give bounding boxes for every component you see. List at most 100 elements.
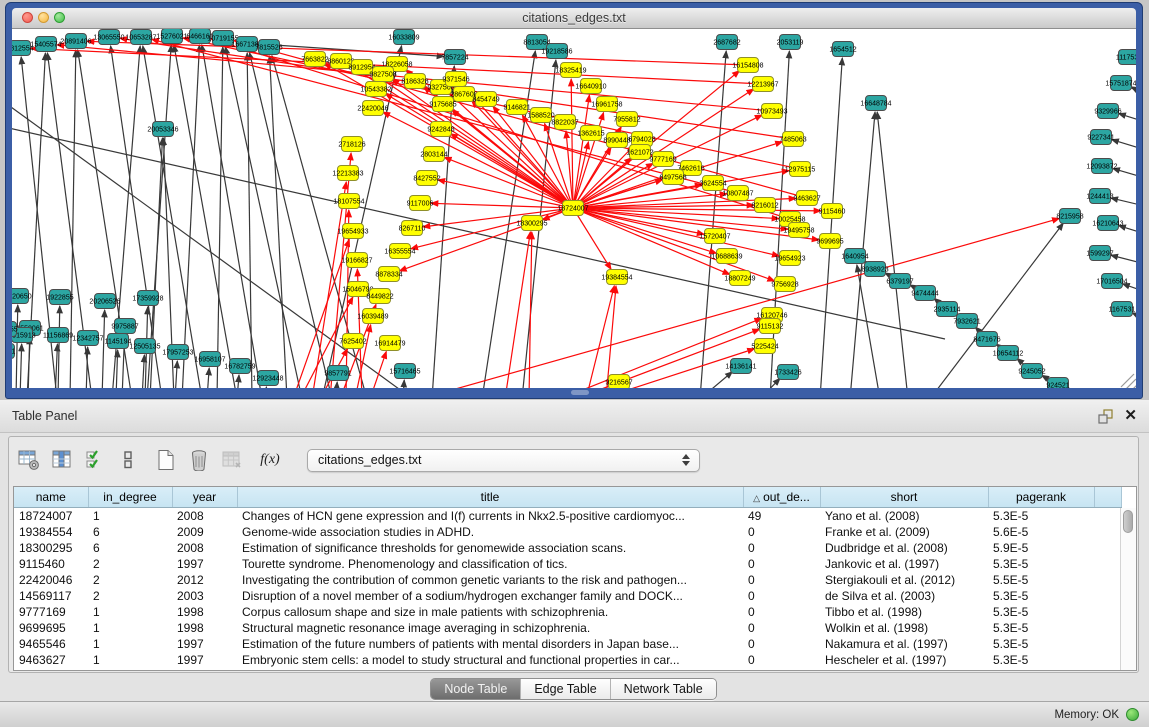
graph-node[interactable]: 8471676 bbox=[973, 332, 1000, 347]
graph-edge[interactable] bbox=[20, 344, 22, 388]
table-cell[interactable]: 6 bbox=[88, 540, 172, 556]
graph-edge[interactable] bbox=[336, 382, 337, 388]
graph-edge[interactable] bbox=[1111, 198, 1136, 207]
graph-node[interactable]: 1733426 bbox=[774, 365, 801, 380]
table-scrollbar[interactable] bbox=[1120, 508, 1136, 670]
table-cell[interactable]: 1997 bbox=[172, 556, 237, 572]
graph-node[interactable]: 16648784 bbox=[860, 96, 891, 111]
graph-node[interactable]: 15716465 bbox=[389, 364, 420, 379]
graph-node[interactable]: 17957253 bbox=[162, 345, 193, 360]
table-cell[interactable]: 9699695 bbox=[14, 620, 88, 636]
graph-node[interactable]: 1640954 bbox=[841, 249, 868, 264]
table-cell[interactable]: 2 bbox=[88, 572, 172, 588]
graph-node[interactable]: 8427552 bbox=[413, 171, 440, 186]
graph-node[interactable]: 10653287 bbox=[125, 30, 156, 45]
table-cell[interactable]: 1998 bbox=[172, 604, 237, 620]
graph-node[interactable]: 15720407 bbox=[699, 229, 730, 244]
table-cell[interactable]: 49 bbox=[743, 508, 820, 525]
graph-edge[interactable] bbox=[225, 47, 302, 388]
table-cell[interactable]: Stergiakouli et al. (2012) bbox=[820, 572, 988, 588]
table-cell[interactable]: 5.5E-5 bbox=[988, 572, 1094, 588]
graph-node[interactable]: 7625402 bbox=[339, 334, 366, 349]
graph-node[interactable]: 9329966 bbox=[1094, 104, 1121, 119]
table-cell[interactable]: Wolkin et al. (1998) bbox=[820, 620, 988, 636]
column-header-title[interactable]: title bbox=[237, 487, 743, 508]
tab-network-table[interactable]: Network Table bbox=[610, 679, 716, 699]
graph-node[interactable]: 15751874 bbox=[1105, 76, 1136, 91]
graph-node[interactable]: 7485063 bbox=[779, 132, 806, 147]
table-row[interactable]: 911546021997Tourette syndrome. Phenomeno… bbox=[14, 556, 1121, 572]
graph-edge[interactable] bbox=[1112, 140, 1136, 151]
table-cell[interactable]: 5.3E-5 bbox=[988, 508, 1094, 525]
graph-node[interactable]: 950511 bbox=[12, 344, 16, 359]
graph-edge[interactable] bbox=[432, 66, 454, 388]
graph-node[interactable]: 9115132 bbox=[757, 319, 784, 334]
graph-edge[interactable] bbox=[217, 47, 223, 388]
table-cell[interactable]: 1 bbox=[88, 620, 172, 636]
graph-node[interactable]: 9242848 bbox=[427, 122, 454, 137]
table-select-dropdown[interactable]: citations_edges.txt bbox=[307, 449, 700, 472]
graph-node[interactable]: 10688639 bbox=[711, 249, 742, 264]
graph-edge[interactable] bbox=[250, 53, 332, 388]
graph-node[interactable]: 16958107 bbox=[194, 352, 225, 367]
graph-node[interactable]: 14136141 bbox=[725, 359, 756, 374]
tab-node-table[interactable]: Node Table bbox=[431, 679, 520, 699]
table-cell[interactable]: 1 bbox=[88, 652, 172, 668]
function-builder-icon[interactable]: f(x) bbox=[258, 448, 282, 472]
table-row[interactable]: 969969511998Structural magnetic resonanc… bbox=[14, 620, 1121, 636]
graph-node[interactable]: 2053119 bbox=[777, 35, 804, 50]
graph-edge[interactable] bbox=[116, 350, 118, 388]
table-cell[interactable]: 0 bbox=[743, 540, 820, 556]
column-header-in-degree[interactable]: in_degree bbox=[88, 487, 172, 508]
table-cell[interactable]: 19384554 bbox=[14, 524, 88, 540]
graph-node[interactable]: 8454749 bbox=[472, 92, 499, 107]
graph-node[interactable]: 6497568 bbox=[659, 170, 686, 185]
graph-node[interactable]: 9463627 bbox=[793, 191, 820, 206]
table-cell[interactable]: Genome-wide association studies in ADHD. bbox=[237, 524, 743, 540]
table-cell[interactable]: Estimation of the future numbers of pati… bbox=[237, 636, 743, 652]
table-cell[interactable]: 9115460 bbox=[14, 556, 88, 572]
graph-node[interactable]: 9117006 bbox=[407, 196, 434, 211]
graph-node[interactable]: 16210643 bbox=[1092, 216, 1123, 231]
graph-edge[interactable] bbox=[399, 208, 573, 271]
graph-node[interactable]: 2935114 bbox=[934, 302, 961, 317]
table-row[interactable]: 977716911998Corpus callosum shape and si… bbox=[14, 604, 1121, 620]
table-cell[interactable]: Investigating the contribution of common… bbox=[237, 572, 743, 588]
table-row[interactable]: 946362711997Embryonic stem cells: a mode… bbox=[14, 652, 1121, 668]
graph-node[interactable]: 1362615 bbox=[577, 126, 604, 141]
table-cell[interactable]: 0 bbox=[743, 636, 820, 652]
graph-node[interactable]: 8215958 bbox=[1056, 209, 1083, 224]
graph-node[interactable]: 2803144 bbox=[420, 147, 447, 162]
graph-node[interactable]: 3624554 bbox=[699, 176, 726, 191]
graph-node[interactable]: 20891406 bbox=[60, 34, 91, 49]
graph-edge[interactable] bbox=[207, 368, 209, 388]
new-table-icon[interactable] bbox=[154, 448, 178, 472]
table-mode-icon[interactable] bbox=[17, 448, 41, 472]
graph-node[interactable]: 1599297 bbox=[1086, 246, 1113, 261]
table-cell[interactable]: 1997 bbox=[172, 652, 237, 668]
graph-node[interactable]: 10807487 bbox=[722, 186, 753, 201]
graph-node[interactable]: 2620650 bbox=[12, 289, 32, 304]
show-columns-icon[interactable] bbox=[50, 448, 74, 472]
graph-node[interactable]: 7815526 bbox=[255, 40, 282, 55]
table-cell[interactable]: 5.3E-5 bbox=[988, 604, 1094, 620]
graph-edge[interactable] bbox=[403, 380, 404, 388]
table-cell[interactable]: 18300295 bbox=[14, 540, 88, 556]
graph-node[interactable]: 9115460 bbox=[819, 204, 846, 219]
graph-edge[interactable] bbox=[175, 361, 177, 388]
table-cell[interactable]: 18724007 bbox=[14, 508, 88, 525]
graph-node[interactable]: 12505135 bbox=[129, 339, 160, 354]
graph-node[interactable]: 9245052 bbox=[1018, 364, 1045, 379]
table-row[interactable]: 1456911722003Disruption of a novel membe… bbox=[14, 588, 1121, 604]
table-cell[interactable]: Embryonic stem cells: a model to study s… bbox=[237, 652, 743, 668]
graph-edge[interactable] bbox=[55, 344, 57, 388]
graph-edge[interactable] bbox=[265, 387, 266, 388]
graph-node[interactable]: 9216567 bbox=[605, 375, 632, 389]
table-cell[interactable]: 0 bbox=[743, 572, 820, 588]
table-cell[interactable]: Nakamura et al. (1997) bbox=[820, 636, 988, 652]
graph-edge[interactable] bbox=[1111, 255, 1136, 265]
graph-node[interactable]: 9756928 bbox=[771, 277, 798, 292]
table-cell[interactable]: Corpus callosum shape and size in male p… bbox=[237, 604, 743, 620]
table-cell[interactable]: Yano et al. (2008) bbox=[820, 508, 988, 525]
canvas-resize-grip[interactable] bbox=[1121, 374, 1136, 388]
